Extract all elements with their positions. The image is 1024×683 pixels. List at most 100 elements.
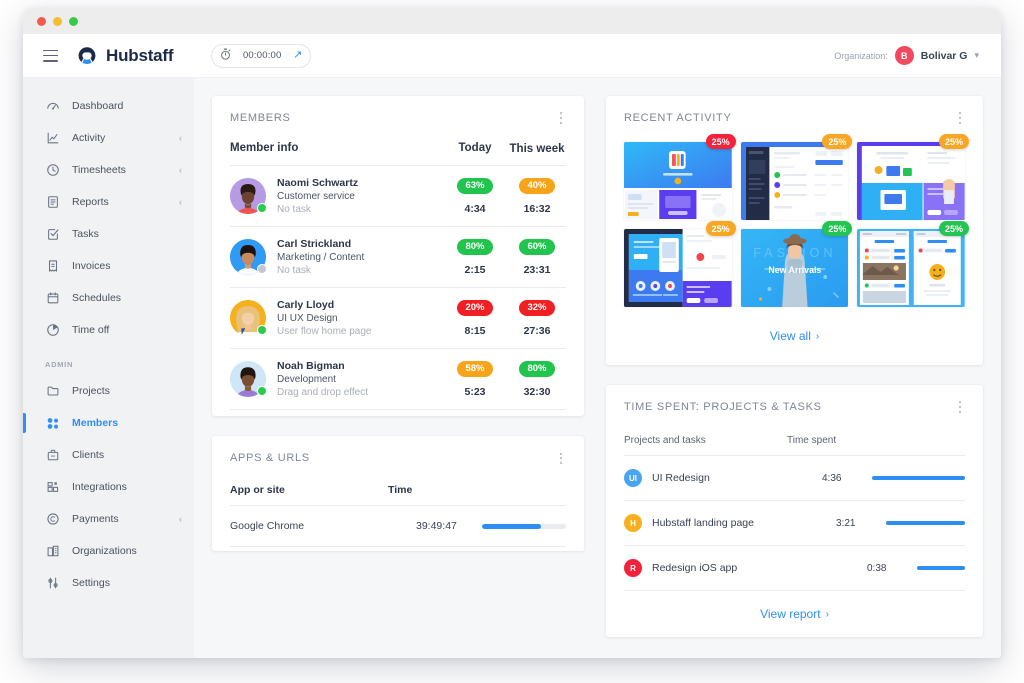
chevron-icon[interactable]: ‹ bbox=[179, 133, 182, 143]
view-report-link[interactable]: View report › bbox=[760, 607, 829, 621]
chevron-right-icon: › bbox=[825, 608, 829, 620]
body: Dashboard Activity ‹ Timesheets ‹ Report… bbox=[23, 78, 1001, 658]
sliders-icon bbox=[45, 575, 61, 591]
organization-label: Organization: bbox=[834, 50, 888, 61]
sidebar-item-members[interactable]: Members bbox=[23, 407, 194, 439]
hubstaff-logo-icon bbox=[76, 45, 98, 67]
sidebar-item-projects[interactable]: Projects bbox=[23, 375, 194, 407]
sidebar-item-payments[interactable]: Payments ‹ bbox=[23, 503, 194, 535]
kebab-menu-icon[interactable] bbox=[554, 450, 568, 466]
today-time: 5:23 bbox=[464, 385, 486, 398]
view-all-link[interactable]: View all › bbox=[770, 329, 819, 343]
sidebar-item-dashboard[interactable]: Dashboard bbox=[23, 90, 194, 122]
activity-screenshot[interactable]: 25% bbox=[624, 134, 736, 220]
recent-activity-card-title: RECENT ACTIVITY bbox=[624, 112, 732, 124]
week-time: 27:36 bbox=[523, 324, 551, 337]
sidebar-item-schedules[interactable]: Schedules bbox=[23, 282, 194, 314]
member-info: Naomi Schwartz Customer service No task bbox=[277, 177, 442, 215]
time-spent-card: TIME SPENT: PROJECTS & TASKS Projects an… bbox=[606, 385, 983, 637]
table-row[interactable]: Noah Bigman Development Drag and drop ef… bbox=[230, 349, 566, 411]
table-row[interactable]: Carly Lloyd UI UX Design User flow home … bbox=[230, 288, 566, 350]
mobile-mockup-screenshot bbox=[624, 229, 732, 307]
table-row[interactable]: H Hubstaff landing page 3:21 bbox=[624, 501, 965, 546]
project-name: Hubstaff landing page bbox=[652, 517, 754, 529]
organization-avatar: B bbox=[894, 46, 914, 65]
app-usage-bar bbox=[482, 523, 566, 529]
member-task: No task bbox=[277, 265, 311, 277]
week-percent-badge: 60% bbox=[519, 238, 555, 255]
activity-percent-badge: 25% bbox=[938, 134, 969, 149]
sidebar-item-settings[interactable]: Settings bbox=[23, 567, 194, 599]
kebab-menu-icon[interactable] bbox=[953, 399, 967, 415]
today-cell: 63% 4:34 bbox=[442, 177, 508, 215]
activity-screenshot[interactable]: 25% bbox=[857, 134, 969, 220]
week-percent-badge: 40% bbox=[519, 177, 555, 194]
sidebar-item-label: Tasks bbox=[72, 228, 99, 240]
today-cell: 58% 5:23 bbox=[442, 360, 508, 398]
members-card-title: MEMBERS bbox=[230, 112, 291, 124]
chevron-down-icon[interactable]: ▾ bbox=[974, 50, 979, 61]
kebab-menu-icon[interactable] bbox=[554, 110, 568, 126]
table-row[interactable]: R Redesign iOS app 0:38 bbox=[624, 546, 965, 591]
invoice-icon bbox=[45, 258, 61, 274]
status-dot bbox=[257, 325, 267, 336]
chevron-icon[interactable]: ‹ bbox=[179, 165, 182, 175]
window-titlebar bbox=[23, 8, 1001, 34]
avatar bbox=[230, 361, 267, 398]
sidebar-item-label: Schedules bbox=[72, 292, 122, 304]
sidebar-item-label: Invoices bbox=[72, 260, 111, 272]
sidebar-item-tasks[interactable]: Tasks bbox=[23, 218, 194, 250]
time-spent-card-title: TIME SPENT: PROJECTS & TASKS bbox=[624, 401, 822, 413]
activity-percent-badge: 25% bbox=[822, 221, 853, 236]
project-time: 4:36 bbox=[822, 472, 842, 484]
sidebar-item-invoices[interactable]: Invoices bbox=[23, 250, 194, 282]
activity-percent-badge: 25% bbox=[938, 221, 969, 236]
app-window: Hubstaff 00:00:00 ↗ Organization: B Boli… bbox=[23, 8, 1001, 658]
member-name: Noah Bigman bbox=[277, 360, 345, 373]
chevron-icon[interactable]: ‹ bbox=[179, 514, 182, 524]
hamburger-menu-icon[interactable] bbox=[43, 49, 58, 62]
avatar bbox=[230, 239, 267, 276]
project-avatar: H bbox=[624, 514, 642, 532]
member-info: Carl Strickland Marketing / Content No t… bbox=[277, 238, 442, 276]
column-header-time-spent: Time spent bbox=[787, 435, 837, 446]
organization-switcher[interactable]: Organization: B Bolivar G ▾ bbox=[834, 34, 979, 77]
folder-icon bbox=[45, 383, 61, 399]
activity-screenshot[interactable]: FASHION New Arrivals bbox=[740, 221, 853, 307]
table-row[interactable]: Carl Strickland Marketing / Content No t… bbox=[230, 227, 566, 289]
sidebar-item-clients[interactable]: Clients bbox=[23, 439, 194, 471]
time-spent-table-header: Projects and tasks Time spent bbox=[624, 417, 965, 456]
activity-percent-badge: 25% bbox=[705, 221, 736, 236]
coin-icon bbox=[45, 511, 61, 527]
sidebar-item-label: Projects bbox=[72, 385, 110, 397]
timer-widget[interactable]: 00:00:00 ↗ bbox=[211, 43, 312, 68]
table-row[interactable]: Naomi Schwartz Customer service No task … bbox=[230, 166, 566, 228]
activity-screenshot[interactable]: 25% bbox=[857, 221, 969, 307]
minimize-window-button[interactable] bbox=[53, 16, 62, 26]
sidebar-item-timesheets[interactable]: Timesheets ‹ bbox=[23, 154, 194, 186]
sidebar-item-organizations[interactable]: Organizations bbox=[23, 535, 194, 567]
project-name: Redesign iOS app bbox=[652, 562, 738, 574]
table-row[interactable]: Google Chrome 39:49:47 bbox=[230, 506, 566, 548]
column-header-today: Today bbox=[458, 142, 492, 154]
clock-icon bbox=[45, 162, 61, 178]
member-name: Carl Strickland bbox=[277, 238, 352, 251]
kebab-menu-icon[interactable] bbox=[953, 110, 967, 126]
arrow-up-right-icon[interactable]: ↗ bbox=[293, 50, 302, 61]
close-window-button[interactable] bbox=[37, 16, 46, 26]
sidebar-item-integrations[interactable]: Integrations bbox=[23, 471, 194, 503]
rainbow-ui-kit-screenshot bbox=[624, 142, 732, 220]
chevron-icon[interactable]: ‹ bbox=[179, 197, 182, 207]
table-row[interactable]: UI UI Redesign 4:36 bbox=[624, 456, 965, 501]
right-column: RECENT ACTIVITY 25% 25% 25% 25% New Arri… bbox=[606, 96, 983, 658]
activity-screenshot[interactable]: 25% bbox=[624, 221, 736, 307]
activity-screenshot[interactable]: 25% bbox=[740, 134, 853, 220]
maximize-window-button[interactable] bbox=[69, 16, 78, 26]
sidebar-item-activity[interactable]: Activity ‹ bbox=[23, 122, 194, 154]
brand[interactable]: Hubstaff bbox=[76, 45, 174, 67]
sidebar-item-time-off[interactable]: Time off bbox=[23, 314, 194, 346]
brand-name: Hubstaff bbox=[106, 45, 174, 65]
members-card: MEMBERS Member info Today This week Naom… bbox=[212, 96, 584, 417]
sidebar-item-reports[interactable]: Reports ‹ bbox=[23, 186, 194, 218]
sidebar: Dashboard Activity ‹ Timesheets ‹ Report… bbox=[23, 78, 194, 658]
